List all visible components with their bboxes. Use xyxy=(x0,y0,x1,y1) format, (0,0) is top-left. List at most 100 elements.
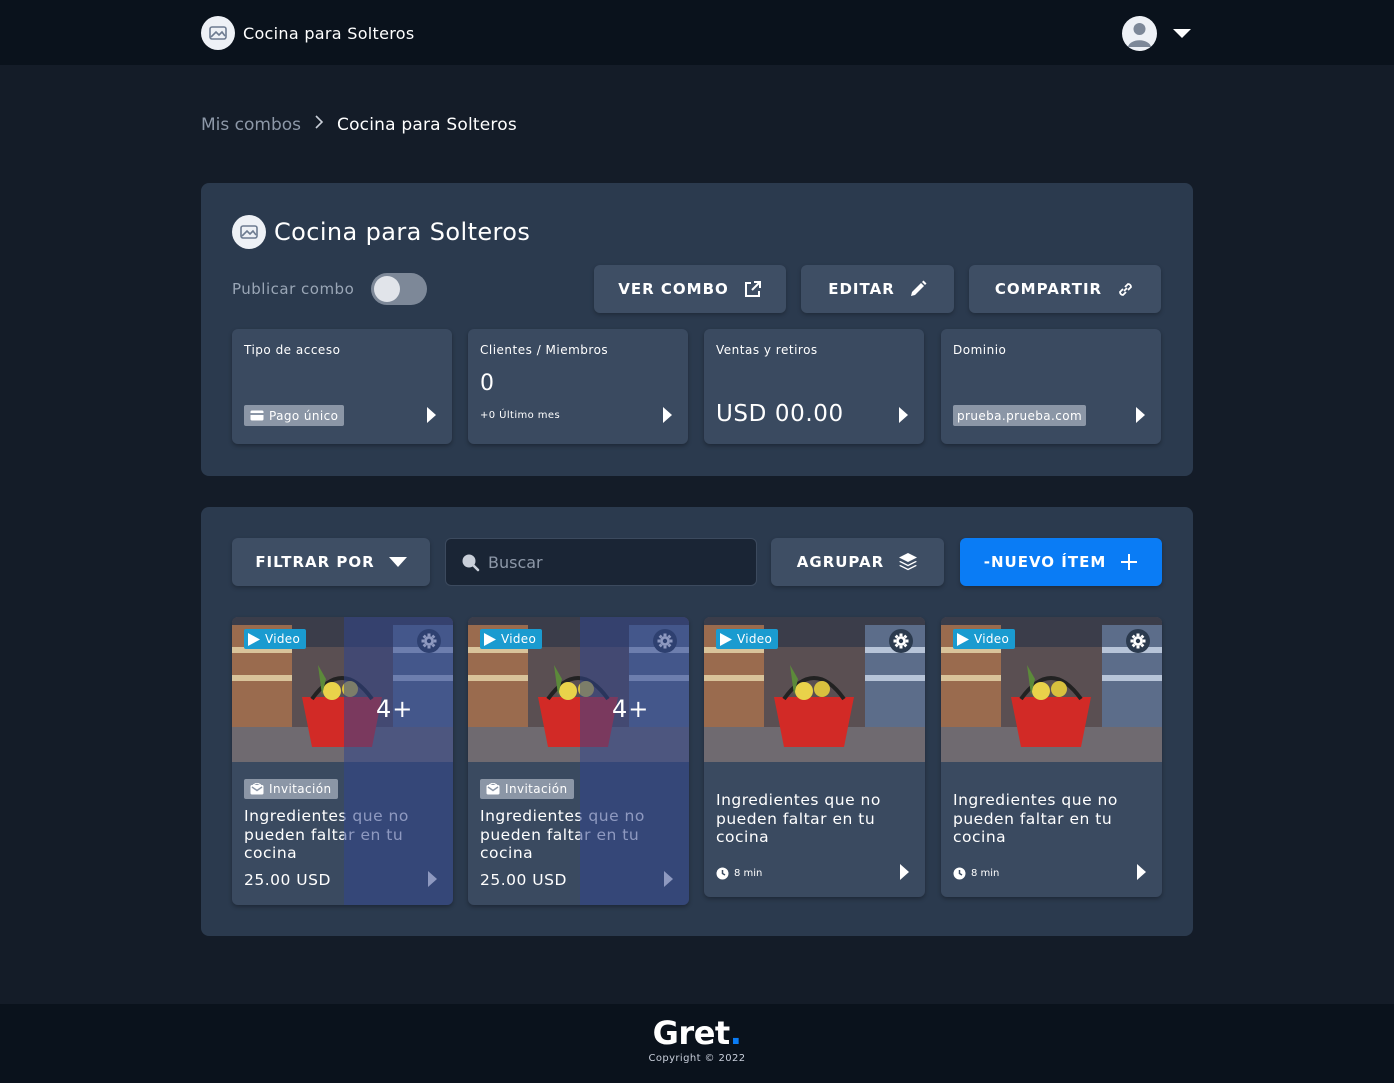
play-icon xyxy=(957,632,969,646)
arrow-right-icon[interactable] xyxy=(1137,864,1146,880)
item-title: Ingredientes que no pueden faltar en tu … xyxy=(953,791,1118,846)
new-item-button[interactable]: -NUEVO ÍTEM xyxy=(960,538,1162,586)
arrow-right-icon[interactable] xyxy=(427,407,436,423)
footer-logo: Gret. xyxy=(0,1014,1394,1052)
item-card[interactable]: Video Ingredientes que no pueden faltar … xyxy=(704,617,925,897)
access-tag: Pago único xyxy=(244,405,345,426)
item-card[interactable]: Video Invitación Ingredientes que no pue… xyxy=(232,617,453,905)
gear-icon[interactable] xyxy=(417,629,441,653)
group-label: AGRUPAR xyxy=(796,553,885,571)
gear-icon[interactable] xyxy=(1126,629,1150,653)
sales-amount: USD 00.00 xyxy=(716,401,844,427)
stat-access-type[interactable]: Tipo de acceso Pago único xyxy=(232,329,452,444)
arrow-right-icon[interactable] xyxy=(900,864,909,880)
share-button[interactable]: COMPARTIR xyxy=(969,265,1161,313)
video-badge-label: Video xyxy=(265,632,301,646)
view-combo-button[interactable]: VER COMBO xyxy=(594,265,786,313)
item-title: Ingredientes que no pueden faltar en tu … xyxy=(716,791,881,846)
new-item-label: -NUEVO ÍTEM xyxy=(983,553,1107,571)
video-badge: Video xyxy=(480,629,543,649)
share-label: COMPARTIR xyxy=(994,280,1103,298)
play-icon xyxy=(720,632,732,646)
link-icon xyxy=(1119,282,1132,296)
user-icon xyxy=(1122,16,1157,51)
video-badge: Video xyxy=(716,629,779,649)
combo-header: Cocina para Solteros xyxy=(232,215,530,249)
item-thumbnail: Video xyxy=(468,617,689,762)
arrow-right-icon[interactable] xyxy=(899,407,908,423)
chevron-right-icon xyxy=(314,114,324,135)
invitation-tag-text: Invitación xyxy=(269,782,332,796)
item-duration: 8 min xyxy=(953,867,999,880)
combo-panel: Cocina para Solteros Publicar combo VER … xyxy=(201,183,1193,476)
play-icon xyxy=(484,632,496,646)
more-items-count: 4+ xyxy=(612,695,650,723)
layers-icon xyxy=(899,553,918,571)
arrow-right-icon[interactable] xyxy=(663,407,672,423)
publish-toggle[interactable] xyxy=(371,273,428,305)
item-card[interactable]: Video Ingredientes que no pueden faltar … xyxy=(941,617,1162,897)
video-badge-label: Video xyxy=(974,632,1010,646)
chevron-down-icon[interactable] xyxy=(1173,29,1191,38)
invitation-tag: Invitación xyxy=(480,779,574,799)
group-button[interactable]: AGRUPAR xyxy=(771,538,944,586)
brand[interactable]: Cocina para Solteros xyxy=(201,16,415,50)
arrow-right-icon[interactable] xyxy=(1136,407,1145,423)
pencil-icon xyxy=(910,280,927,296)
search-icon xyxy=(462,554,480,571)
user-menu[interactable] xyxy=(1122,16,1191,51)
gear-icon[interactable] xyxy=(889,629,913,653)
video-badge: Video xyxy=(244,629,307,649)
breadcrumb-parent[interactable]: Mis combos xyxy=(201,115,301,135)
more-items-count: 4+ xyxy=(376,695,414,723)
toggle-knob xyxy=(374,276,401,302)
item-duration-text: 8 min xyxy=(971,868,1000,879)
clients-count: 0 xyxy=(480,371,494,396)
clock-icon xyxy=(953,867,966,880)
stat-domain[interactable]: Dominio prueba.prueba.com xyxy=(941,329,1161,444)
breadcrumb: Mis combos Cocina para Solteros xyxy=(201,114,517,135)
filter-label: FILTRAR POR xyxy=(255,553,375,571)
combo-title: Cocina para Solteros xyxy=(274,218,531,246)
gear-icon[interactable] xyxy=(653,629,677,653)
item-duration: 8 min xyxy=(716,867,762,880)
item-thumbnail: Video xyxy=(232,617,453,762)
video-badge-label: Video xyxy=(737,632,773,646)
search-input[interactable] xyxy=(488,552,748,572)
chevron-down-icon xyxy=(388,557,407,567)
edit-label: EDITAR xyxy=(828,280,895,298)
stat-clients[interactable]: Clientes / Miembros 0 +0 Último mes xyxy=(468,329,688,444)
item-price: 25.00 USD xyxy=(480,871,567,889)
edit-button[interactable]: EDITAR xyxy=(801,265,954,313)
domain-value: prueba.prueba.com xyxy=(957,408,1083,423)
items-panel: FILTRAR POR AGRUPAR -NUEVO ÍTEM xyxy=(201,507,1193,936)
clients-last-month: +0 Último mes xyxy=(480,410,561,421)
stat-sales[interactable]: Ventas y retiros USD 00.00 xyxy=(704,329,924,444)
item-price: 25.00 USD xyxy=(244,871,331,889)
stat-label: Clientes / Miembros xyxy=(480,343,609,357)
envelope-icon xyxy=(486,783,500,795)
video-badge: Video xyxy=(953,629,1016,649)
stat-label: Ventas y retiros xyxy=(716,343,818,357)
item-duration-text: 8 min xyxy=(734,868,763,879)
play-icon xyxy=(248,632,260,646)
filter-button[interactable]: FILTRAR POR xyxy=(232,538,430,586)
image-icon xyxy=(232,215,266,249)
breadcrumb-current: Cocina para Solteros xyxy=(337,114,517,135)
external-link-icon xyxy=(744,280,761,297)
domain-tag: prueba.prueba.com xyxy=(953,405,1087,426)
footer: Gret. Copyright © 2022 xyxy=(0,1004,1394,1083)
search-box xyxy=(445,538,757,586)
arrow-right-icon[interactable] xyxy=(428,871,437,887)
brand-name: Cocina para Solteros xyxy=(243,23,415,43)
view-combo-label: VER COMBO xyxy=(618,280,729,298)
publish-label: Publicar combo xyxy=(232,280,355,298)
image-icon xyxy=(201,16,235,50)
copyright: Copyright © 2022 xyxy=(648,1053,746,1064)
item-thumbnail: Video xyxy=(704,617,925,762)
item-title: Ingredientes que no pueden faltar en tu … xyxy=(480,807,645,862)
item-card[interactable]: Video Invitación Ingredientes que no pue… xyxy=(468,617,689,905)
footer-logo-text: Gret xyxy=(652,1014,731,1052)
arrow-right-icon[interactable] xyxy=(664,871,673,887)
footer-logo-dot: . xyxy=(729,1014,742,1052)
